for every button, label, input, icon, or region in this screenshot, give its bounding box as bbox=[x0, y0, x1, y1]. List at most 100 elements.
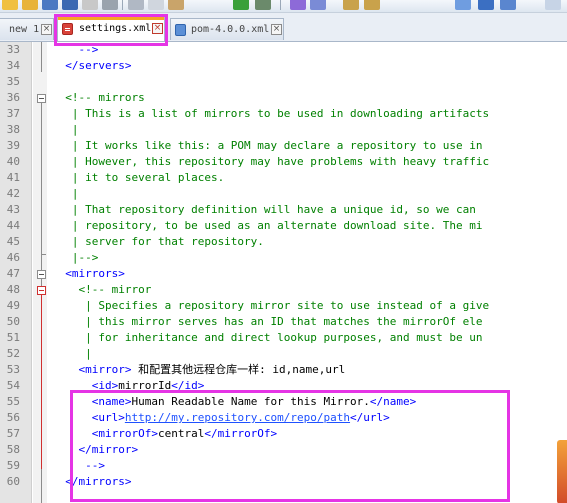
cut-icon[interactable] bbox=[128, 0, 144, 10]
line-number: 51 bbox=[6, 331, 20, 344]
line-number: 40 bbox=[6, 155, 20, 168]
code-line[interactable]: 39 | It works like this: a POM may decla… bbox=[0, 138, 567, 154]
comment-text: | it to several places. bbox=[52, 171, 225, 184]
code-line[interactable]: 45 | server for that repository. bbox=[0, 234, 567, 250]
code-line[interactable]: 40 | However, this repository may have p… bbox=[0, 154, 567, 170]
word-wrap-icon[interactable] bbox=[478, 0, 494, 10]
code-line[interactable]: 52 | bbox=[0, 346, 567, 362]
line-number: 43 bbox=[6, 203, 20, 216]
code-line[interactable]: 38 | bbox=[0, 122, 567, 138]
line-number: 33 bbox=[6, 43, 20, 56]
code-line[interactable]: 46 |--> bbox=[0, 250, 567, 266]
print-icon[interactable] bbox=[102, 0, 118, 10]
code-line[interactable]: 37 | This is a list of mirrors to be use… bbox=[0, 106, 567, 122]
comment-text: | server for that repository. bbox=[52, 235, 264, 248]
sync-scroll-icon[interactable] bbox=[455, 0, 471, 10]
close-tab-icon[interactable]: × bbox=[271, 24, 282, 35]
find-icon[interactable] bbox=[290, 0, 306, 10]
tab-label: pom-4.0.0.xml bbox=[191, 24, 270, 35]
save-icon[interactable] bbox=[42, 0, 58, 10]
indent-guide-icon[interactable] bbox=[500, 0, 516, 10]
save-all-icon[interactable] bbox=[62, 0, 78, 10]
undo-icon[interactable] bbox=[233, 0, 249, 10]
fold-toggle-icon[interactable] bbox=[37, 286, 46, 295]
zoom-out-icon[interactable] bbox=[364, 0, 380, 10]
code-line[interactable]: 42 | bbox=[0, 186, 567, 202]
fold-line bbox=[41, 295, 42, 469]
code-text: |--> bbox=[52, 250, 99, 266]
code-text: <mirror> 和配置其他远程仓库一样: id,name,url bbox=[52, 362, 345, 378]
side-panel-widget[interactable] bbox=[557, 440, 567, 503]
code-line[interactable]: 35 bbox=[0, 74, 567, 90]
code-text: | That repository definition will have a… bbox=[52, 202, 476, 218]
xml-tag: <mirrors> bbox=[52, 267, 125, 280]
fold-toggle-icon[interactable] bbox=[37, 270, 46, 279]
code-text: | bbox=[52, 186, 79, 202]
code-line[interactable]: 49 | Specifies a repository mirror site … bbox=[0, 298, 567, 314]
close-icon[interactable] bbox=[82, 0, 98, 10]
copy-icon[interactable] bbox=[148, 0, 164, 10]
code-text: </servers> bbox=[52, 58, 131, 74]
line-number: 54 bbox=[6, 379, 20, 392]
line-number: 35 bbox=[6, 75, 20, 88]
line-number: 36 bbox=[6, 91, 20, 104]
line-number: 39 bbox=[6, 139, 20, 152]
toolbar-separator bbox=[122, 0, 123, 10]
line-number: 47 bbox=[6, 267, 20, 280]
comment-text: <!-- mirror bbox=[52, 283, 152, 296]
line-number: 50 bbox=[6, 315, 20, 328]
fold-line bbox=[41, 42, 42, 72]
toolbar-separator bbox=[280, 0, 281, 10]
line-number: 37 bbox=[6, 107, 20, 120]
code-line[interactable]: 34 </servers> bbox=[0, 58, 567, 74]
code-text: | repository, to be used as an alternate… bbox=[52, 218, 483, 234]
code-line[interactable]: 36 <!-- mirrors bbox=[0, 90, 567, 106]
code-text: --> bbox=[52, 42, 98, 58]
line-number: 58 bbox=[6, 443, 20, 456]
code-line[interactable]: 43 | That repository definition will hav… bbox=[0, 202, 567, 218]
line-number: 57 bbox=[6, 427, 20, 440]
line-number: 53 bbox=[6, 363, 20, 376]
open-file-icon[interactable] bbox=[22, 0, 38, 10]
redo-icon[interactable] bbox=[255, 0, 271, 10]
code-text: | bbox=[52, 122, 79, 138]
fold-end bbox=[41, 254, 46, 255]
line-number: 46 bbox=[6, 251, 20, 264]
tab-label: new 1 bbox=[9, 24, 40, 35]
line-number: 34 bbox=[6, 59, 20, 72]
code-text: | for inheritance and direct lookup purp… bbox=[52, 330, 482, 346]
zoom-in-icon[interactable] bbox=[343, 0, 359, 10]
code-text: <!-- mirror bbox=[52, 282, 151, 298]
tab-pom-xml[interactable]: pom-4.0.0.xml × bbox=[170, 18, 284, 40]
line-number: 45 bbox=[6, 235, 20, 248]
paste-icon[interactable] bbox=[168, 0, 184, 10]
code-line[interactable]: 51 | for inheritance and direct lookup p… bbox=[0, 330, 567, 346]
code-editor[interactable]: 33 --> 34 </servers> 35 36 <!-- mirrors 37 |… bbox=[0, 42, 567, 503]
new-file-icon[interactable] bbox=[2, 0, 18, 10]
close-tab-icon[interactable]: × bbox=[41, 24, 52, 35]
code-text: | bbox=[52, 346, 92, 362]
code-line[interactable]: 50 | this mirror serves has an ID that m… bbox=[0, 314, 567, 330]
macro-icon[interactable] bbox=[545, 0, 561, 10]
code-line[interactable]: 33 --> bbox=[0, 42, 567, 58]
code-line[interactable]: 44 | repository, to be used as an altern… bbox=[0, 218, 567, 234]
fold-toggle-icon[interactable] bbox=[37, 94, 46, 103]
line-number: 60 bbox=[6, 475, 20, 488]
comment-text: | That repository definition will have a… bbox=[52, 203, 476, 216]
code-text: | server for that repository. bbox=[52, 234, 264, 250]
code-line[interactable]: 47 <mirrors> bbox=[0, 266, 567, 282]
line-number: 48 bbox=[6, 283, 20, 296]
code-line[interactable]: 53 <mirror> 和配置其他远程仓库一样: id,name,url bbox=[0, 362, 567, 378]
fold-line bbox=[41, 103, 42, 271]
line-number: 42 bbox=[6, 187, 20, 200]
code-text: | Specifies a repository mirror site to … bbox=[52, 298, 489, 314]
comment-text: | bbox=[52, 187, 79, 200]
tab-new-1[interactable]: new 1 × bbox=[0, 18, 54, 40]
replace-icon[interactable] bbox=[310, 0, 326, 10]
text-content: 和配置其他远程仓库一样: id,name,url bbox=[131, 363, 346, 376]
line-number: 55 bbox=[6, 395, 20, 408]
mirror-highlight-annotation bbox=[70, 390, 510, 502]
code-line[interactable]: 48 <!-- mirror bbox=[0, 282, 567, 298]
code-line[interactable]: 41 | it to several places. bbox=[0, 170, 567, 186]
line-number: 38 bbox=[6, 123, 20, 136]
